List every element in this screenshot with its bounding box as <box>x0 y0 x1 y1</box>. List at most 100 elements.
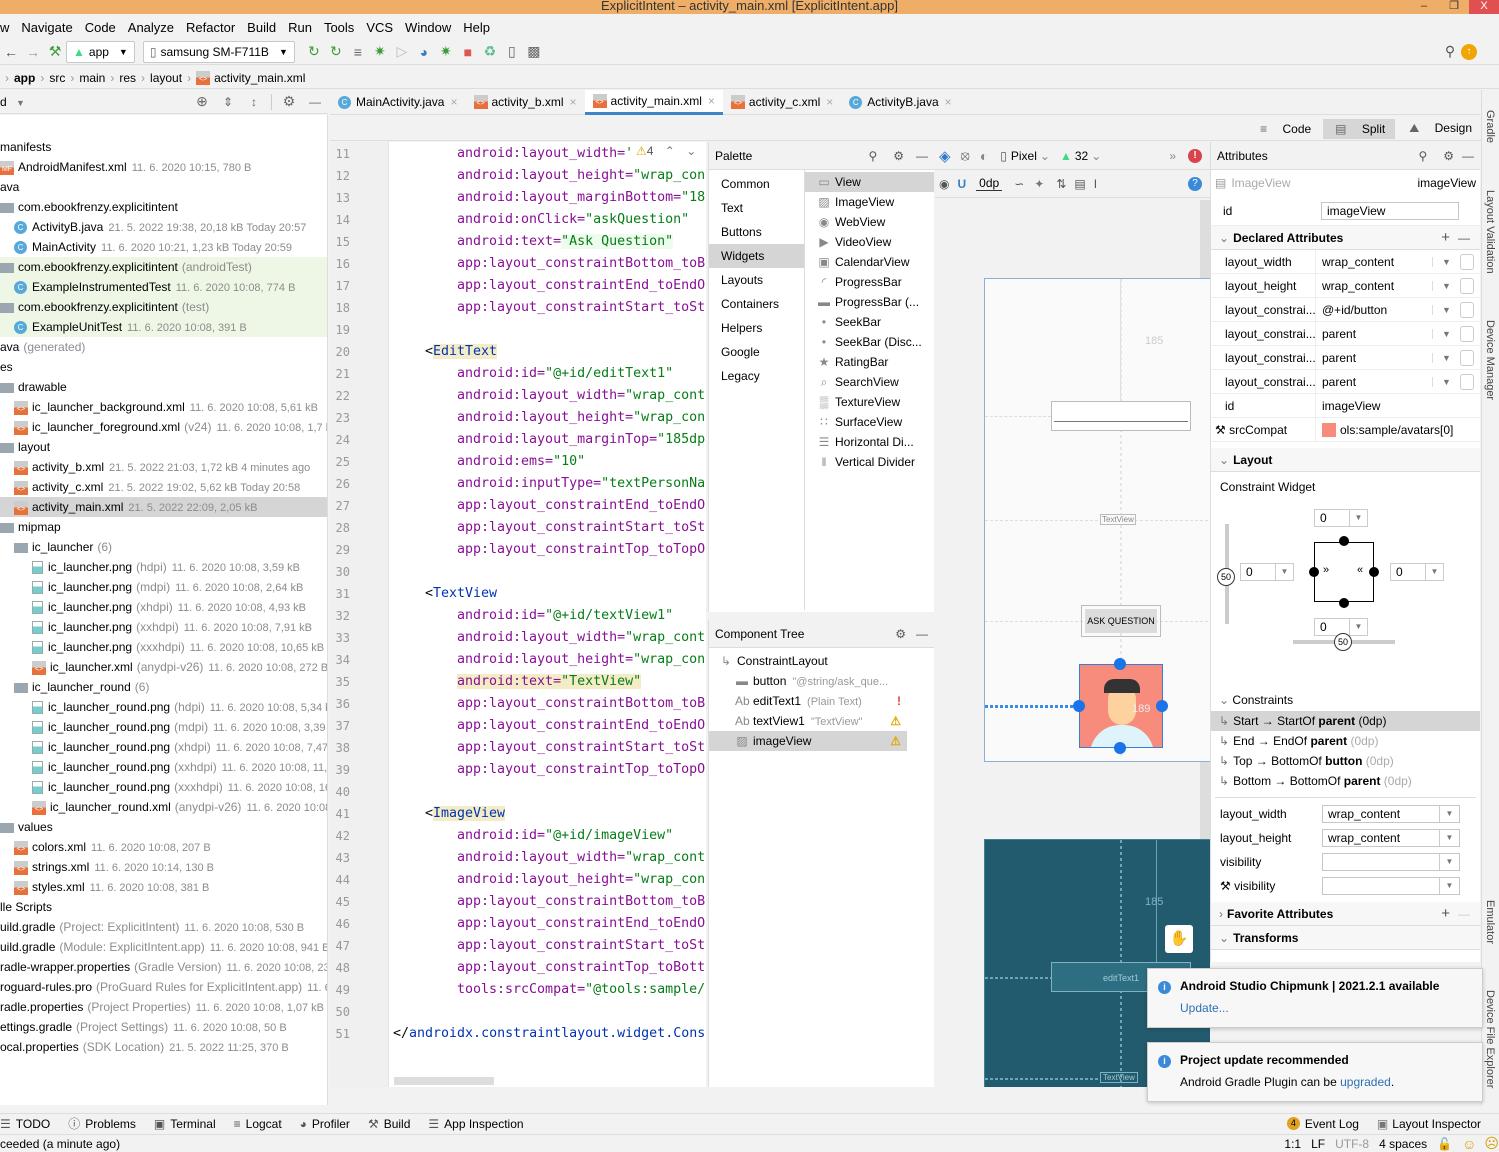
tree-item[interactable]: C ActivityB.java 21. 5. 2022 19:38, 20,18 … <box>0 217 327 237</box>
menu-item[interactable]: Code <box>85 20 116 35</box>
attribute-value[interactable]: wrap_content <box>1315 273 1432 298</box>
caret-position[interactable]: 1:1 <box>1284 1137 1301 1151</box>
gear-icon[interactable]: ⚙ <box>1443 149 1454 163</box>
vertical-bias-thumb[interactable]: 50 <box>1217 568 1235 586</box>
pack-icon[interactable]: ⇅ <box>1056 177 1066 191</box>
guidelines-icon[interactable]: I <box>1094 177 1097 191</box>
menu-item[interactable]: w <box>0 20 9 35</box>
palette-category[interactable]: Text <box>709 196 804 220</box>
hide-panel-icon[interactable]: — <box>916 627 928 641</box>
blueprint-textview[interactable]: TextView <box>1100 1072 1138 1083</box>
debug-attach-icon[interactable]: ✷ <box>435 41 457 63</box>
design-preview[interactable]: 185 TextView ASK QUESTION 189 <box>984 278 1210 762</box>
tree-item[interactable]: ic_launcher.png (xhdpi) 11. 6. 2020 10:08,… <box>0 597 327 617</box>
menu-item[interactable]: Run <box>288 20 312 35</box>
attribute-select[interactable]: wrap_content ▼ <box>1322 805 1460 823</box>
chevron-down-icon[interactable]: ⌄ <box>686 144 696 158</box>
default-margin-select[interactable]: 0dp <box>976 176 1003 191</box>
tree-item-textView1[interactable]: Ab textView1 "TextView" ⚠ <box>709 711 907 731</box>
constraint-item[interactable]: ↳ Top → BottomOf button (0dp) <box>1211 751 1480 771</box>
wrap-content-icon[interactable]: » <box>1323 564 1329 576</box>
device-select[interactable]: Pixel <box>1011 149 1037 163</box>
tree-item[interactable]: ic_launcher_round.png (xxxhdpi) 11. 6. 202… <box>0 777 327 797</box>
resource-picker-button[interactable] <box>1460 373 1474 390</box>
apply-code-changes-icon[interactable]: ↻ <box>325 41 347 63</box>
palette-item[interactable]: ▭ View <box>805 172 934 192</box>
editor-tab[interactable]: <> activity_c.xml × <box>723 90 841 115</box>
chevron-up-icon[interactable]: ⌃ <box>665 144 675 158</box>
code-editor[interactable]: ⚠4 ⌃ ⌄ android:layout_width=' android:lay… <box>388 142 706 1087</box>
locate-file-icon[interactable]: ⊕ <box>189 93 215 110</box>
end-constraint-dot[interactable] <box>1369 567 1379 577</box>
tree-item[interactable]: ic_launcher.png (xxhdpi) 11. 6. 2020 10:08… <box>0 617 327 637</box>
end-anchor-handle[interactable] <box>1156 700 1168 712</box>
declared-attributes-header[interactable]: ⌄ Declared Attributes + — <box>1211 226 1480 250</box>
back-icon[interactable]: ← <box>0 41 22 63</box>
chevron-down-icon[interactable]: ▼ <box>1432 352 1460 363</box>
tool-window-3[interactable]: Emulator <box>1484 900 1496 944</box>
chevron-down-icon[interactable]: ▼ <box>1432 328 1460 339</box>
tree-item-button[interactable]: ▬ button "@string/ask_que... <box>709 671 907 691</box>
resource-picker-button[interactable] <box>1460 301 1474 318</box>
code-mode-button[interactable]: ≡ Code <box>1248 119 1321 139</box>
chevron-down-icon[interactable]: ▼ <box>1432 256 1460 267</box>
sdk-manager-icon[interactable]: ▩ <box>523 41 545 63</box>
tool-window-button[interactable]: ≡ Logcat <box>234 1117 282 1131</box>
resource-picker-button[interactable] <box>1460 349 1474 366</box>
tree-item[interactable]: uild.gradle (Module: ExplicitIntent.app) 1… <box>0 937 327 957</box>
event-log-button[interactable]: 4 Event Log <box>1286 1117 1359 1131</box>
layers-icon[interactable]: ◈ <box>939 147 951 165</box>
device-manager-icon[interactable]: ▯ <box>501 41 523 63</box>
attribute-value[interactable]: imageView <box>1315 393 1480 418</box>
margin-start-select[interactable]: 0 ▼ <box>1240 563 1294 581</box>
tool-window-button[interactable]: ☰ TODO <box>0 1117 50 1131</box>
night-mode-icon[interactable]: ◐ <box>980 148 988 164</box>
palette-item[interactable]: ◜ ProgressBar <box>805 272 934 292</box>
resource-picker-button[interactable] <box>1460 325 1474 342</box>
tree-item[interactable]: <> ic_launcher.xml (anydpi-v26) 11. 6. 2020… <box>0 657 327 677</box>
palette-item[interactable]: • SeekBar (Disc... <box>805 332 934 352</box>
breadcrumb-item[interactable]: res <box>119 71 136 85</box>
close-tab-icon[interactable]: × <box>450 95 457 109</box>
magnet-icon[interactable]: U <box>957 177 966 191</box>
resource-picker-button[interactable] <box>1460 253 1474 270</box>
tree-item[interactable]: layout <box>0 437 327 457</box>
restore-button[interactable]: ❐ <box>1439 0 1469 14</box>
update-icon[interactable]: ↑ <box>1461 43 1477 60</box>
collapse-all-icon[interactable]: ↕ <box>241 95 267 109</box>
attribute-select[interactable]: ▼ <box>1322 877 1460 895</box>
tree-item[interactable]: ic_launcher_round (6) <box>0 677 327 697</box>
close-button[interactable]: X <box>1469 0 1499 14</box>
tree-item[interactable]: ic_launcher_round.png (mdpi) 11. 6. 2020 1… <box>0 717 327 737</box>
tree-item[interactable]: ic_launcher_round.png (xxhdpi) 11. 6. 2020… <box>0 757 327 777</box>
start-constraint-dot[interactable] <box>1309 567 1319 577</box>
close-tab-icon[interactable]: × <box>826 95 833 109</box>
split-mode-button[interactable]: ▤ Split <box>1323 118 1396 139</box>
add-attribute-icon[interactable]: + <box>1441 226 1450 250</box>
tree-item[interactable]: ic_launcher.png (xxxhdpi) 11. 6. 2020 10:0… <box>0 637 327 657</box>
tree-item[interactable]: roguard-rules.pro (ProGuard Rules for Exp… <box>0 977 327 997</box>
attribute-value[interactable]: parent <box>1315 345 1432 370</box>
align-icon[interactable]: ▤ <box>1074 177 1085 191</box>
attribute-select[interactable]: wrap_content ▼ <box>1322 829 1460 847</box>
palette-category[interactable]: Google <box>709 340 804 364</box>
error-icon[interactable]: ! <box>897 691 901 711</box>
tree-item[interactable]: MF AndroidManifest.xml 11. 6. 2020 10:15, … <box>0 157 327 177</box>
tree-item[interactable]: C MainActivity 11. 6. 2020 10:21, 1,23 kB … <box>0 237 327 257</box>
tree-item[interactable]: <> activity_b.xml 21. 5. 2022 21:03, 1,72 … <box>0 457 327 477</box>
more-icon[interactable]: » <box>1169 149 1176 163</box>
inspection-widget[interactable]: ⚠4 ⌃ ⌄ <box>632 144 701 158</box>
tree-item[interactable]: radle.properties (Project Properties) 11. … <box>0 997 327 1017</box>
palette-item[interactable]: ⌕ SearchView <box>805 372 934 392</box>
tool-window-button[interactable]: ▣ Terminal <box>154 1117 216 1131</box>
profiler-icon[interactable]: ◕ <box>413 41 435 63</box>
api-level-select[interactable]: 32 <box>1075 149 1088 163</box>
palette-category[interactable]: Common <box>709 172 804 196</box>
resource-picker-button[interactable] <box>1460 277 1474 294</box>
warning-icon[interactable]: ⚠ <box>890 731 901 751</box>
device-select[interactable]: ▯ samsung SM-F711B ▼ <box>142 40 295 63</box>
tree-item[interactable]: <> ic_launcher_foreground.xml (v24) 11. 6. … <box>0 417 327 437</box>
tree-item[interactable]: values <box>0 817 327 837</box>
tree-item[interactable]: <> styles.xml 11. 6. 2020 10:08, 381 B <box>0 877 327 897</box>
favorite-attributes-header[interactable]: › Favorite Attributes + — <box>1211 902 1480 926</box>
